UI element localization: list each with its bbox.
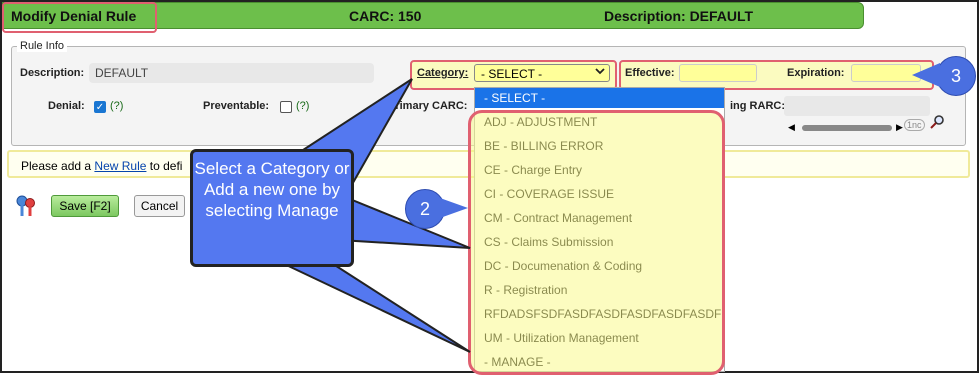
callout-2-pointer (440, 198, 468, 218)
callout-number-2: 2 (405, 189, 445, 229)
instruction-callout: Select a Category or Add a new one by se… (190, 149, 354, 267)
callout-number-3: 3 (936, 56, 976, 96)
callout-pointers (279, 78, 471, 353)
callout-3-pointer (912, 63, 940, 87)
